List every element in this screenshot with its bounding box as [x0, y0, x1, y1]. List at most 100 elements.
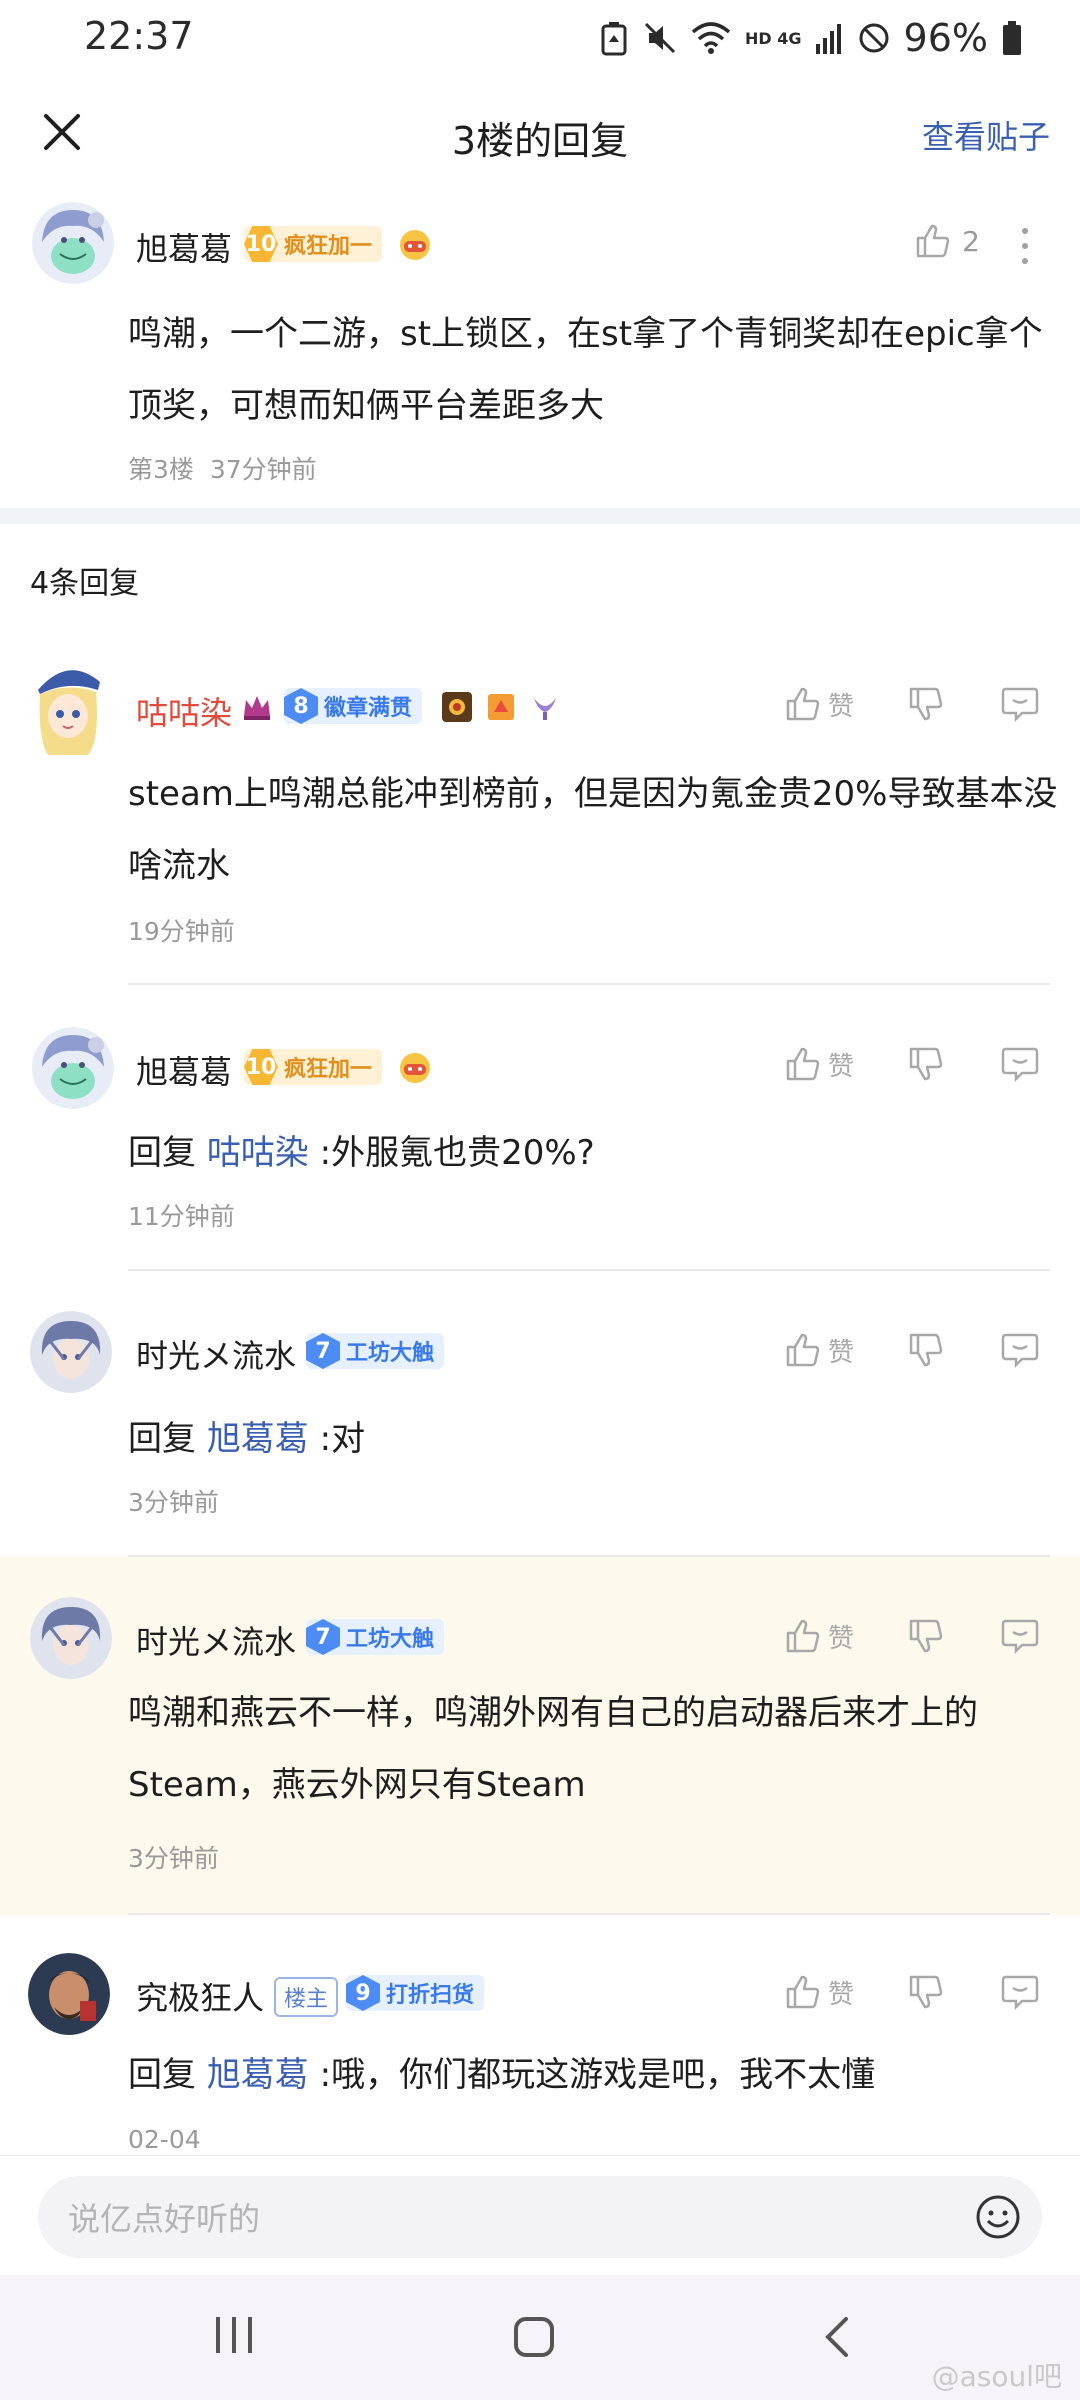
reply-item: 咕咕染 8 徽章满贯 赞 steam上鸣潮总能冲到榜前，但是因为氪金贵20%导致…	[0, 640, 1080, 985]
reply-prefix: 回复	[128, 2055, 196, 2095]
thumbs-down-icon[interactable]	[907, 1617, 945, 1655]
like-count: 2	[962, 224, 980, 258]
level-badge: 8 徽章满贯	[284, 688, 423, 724]
reply-prefix: 回复	[128, 1133, 196, 1173]
signal-icon	[815, 24, 841, 54]
thumbs-down-icon[interactable]	[907, 685, 945, 723]
reply-item: 旭葛葛 10 疯狂加一 赞 回复 咕咕染 :外服氪也贵20%? 11分钟前	[0, 985, 1080, 1271]
level-number: 9	[346, 1975, 380, 2011]
horn-badge-icon	[534, 698, 556, 720]
avatar[interactable]	[32, 202, 114, 284]
avatar[interactable]	[32, 1027, 114, 1109]
comment-icon[interactable]	[1000, 685, 1040, 723]
comment-icon[interactable]	[1000, 1617, 1040, 1655]
reply-content: steam上鸣潮总能冲到榜前，但是因为氪金贵20%导致基本没啥流水	[128, 774, 1058, 886]
thumbs-down-icon[interactable]	[907, 1045, 945, 1083]
level-badge: 7 工坊大触	[306, 1619, 445, 1655]
section-divider	[0, 508, 1080, 524]
home-icon[interactable]	[512, 2315, 556, 2359]
post-meta: 第3楼 37分钟前	[128, 450, 317, 486]
username[interactable]: 时光メ流水	[136, 1331, 296, 1377]
recycle-battery-icon	[601, 22, 627, 56]
level-badge: 7 工坊大触	[306, 1333, 445, 1369]
username[interactable]: 咕咕染	[136, 688, 232, 734]
like-label: 赞	[827, 1623, 854, 1654]
like-label: 赞	[827, 1051, 854, 1082]
status-icons: HD 4G 96%	[599, 16, 1022, 60]
status-time: 22:37	[84, 14, 194, 58]
thumbs-down-icon[interactable]	[907, 1331, 945, 1369]
reply-text: :外服氪也贵20%?	[319, 1133, 595, 1173]
system-nav-bar: @asoul吧	[0, 2275, 1080, 2400]
like-button[interactable]: 赞	[784, 1045, 854, 1083]
battery-icon	[1003, 21, 1021, 55]
view-post-link[interactable]: 查看贴子	[922, 112, 1050, 158]
reply-to-user[interactable]: 旭葛葛	[207, 1419, 309, 1459]
op-tag: 楼主	[274, 1977, 339, 2017]
back-icon[interactable]	[822, 2315, 852, 2359]
post-content: 鸣潮，一个二游，st上锁区，在st拿了个青铜奖却在epic拿个顶奖，可想而知俩平…	[128, 314, 1043, 426]
level-badge: 10 疯狂加一	[244, 1049, 383, 1085]
avatar[interactable]	[28, 1953, 110, 2035]
reply-text: :哦，你们都玩这游戏是吧，我不太懂	[319, 2055, 876, 2095]
like-label: 赞	[827, 1979, 854, 2010]
level-badge: 10 疯狂加一	[244, 226, 383, 262]
gamepad-badge-icon	[400, 1053, 430, 1083]
reply-item: 时光メ流水 7 工坊大触 赞 回复 旭葛葛 :对 3分钟前	[0, 1271, 1080, 1557]
reply-item: 究极狂人 楼主 9 打折扫货 赞 回复 旭葛葛 :哦，你们都玩这游戏是吧，我不太…	[0, 1915, 1080, 2155]
watermark: @asoul吧	[931, 2360, 1062, 2393]
comment-icon[interactable]	[1000, 1045, 1040, 1083]
reply-to-user[interactable]: 旭葛葛	[207, 2055, 309, 2095]
more-options-icon[interactable]	[1020, 226, 1030, 266]
like-button[interactable]: 赞	[784, 1973, 854, 2011]
level-title: 工坊大触	[346, 1627, 435, 1652]
post-time: 37分钟前	[209, 455, 317, 484]
username[interactable]: 究极狂人	[136, 1973, 264, 2019]
thumbs-up-icon	[786, 687, 820, 721]
avatar[interactable]	[18, 660, 118, 760]
username[interactable]: 旭葛葛	[136, 1047, 232, 1093]
level-title: 工坊大触	[346, 1341, 435, 1366]
thumbs-up-icon	[786, 1619, 820, 1653]
level-title: 疯狂加一	[284, 1057, 373, 1082]
username[interactable]: 时光メ流水	[136, 1617, 296, 1663]
like-button[interactable]: 赞	[784, 1331, 854, 1369]
reply-count: 4条回复	[30, 566, 140, 601]
like-button[interactable]: 赞	[784, 1617, 854, 1655]
level-number: 7	[306, 1333, 340, 1369]
gamepad-badge-icon	[400, 230, 430, 260]
mute-icon	[644, 22, 676, 54]
floor-number: 第3楼	[128, 455, 194, 484]
emoji-icon[interactable]	[974, 2193, 1022, 2241]
comment-icon[interactable]	[1000, 1331, 1040, 1369]
reply-time: 19分钟前	[128, 917, 235, 946]
like-button[interactable]: 2	[914, 222, 980, 260]
reply-to-user[interactable]: 咕咕染	[207, 1133, 309, 1173]
reply-content: 回复 旭葛葛 :对	[128, 1403, 1058, 1475]
thumbs-up-icon	[786, 1047, 820, 1081]
blocked-icon	[859, 23, 889, 53]
comment-bar: 说亿点好听的	[0, 2155, 1080, 2275]
recent-apps-icon[interactable]	[212, 2315, 256, 2355]
reply-time: 02-04	[128, 2125, 201, 2154]
reply-item-highlighted: 时光メ流水 7 工坊大触 赞 鸣潮和燕云不一样，鸣潮外网有自己的启动器后来才上的…	[0, 1557, 1080, 1915]
level-title: 徽章满贯	[324, 696, 413, 721]
comment-icon[interactable]	[1000, 1973, 1040, 2011]
battery-percent: 96%	[903, 16, 988, 60]
avatar[interactable]	[30, 1311, 112, 1393]
level-number: 10	[244, 226, 278, 262]
wifi-icon	[691, 22, 731, 54]
level-number: 10	[244, 1049, 278, 1085]
reply-content: 回复 旭葛葛 :哦，你们都玩这游戏是吧，我不太懂	[128, 2039, 1058, 2111]
level-number: 7	[306, 1619, 340, 1655]
thumbs-down-icon[interactable]	[907, 1973, 945, 2011]
comment-input[interactable]: 说亿点好听的	[38, 2176, 1042, 2258]
comment-placeholder: 说亿点好听的	[68, 2200, 261, 2238]
reply-time: 3分钟前	[128, 1488, 219, 1517]
avatar[interactable]	[30, 1597, 112, 1679]
username[interactable]: 旭葛葛	[136, 224, 232, 270]
like-button[interactable]: 赞	[784, 685, 854, 723]
reply-content: 鸣潮和燕云不一样，鸣潮外网有自己的启动器后来才上的Steam，燕云外网只有Ste…	[128, 1693, 978, 1805]
card-badge-icon	[488, 694, 514, 720]
level-number: 8	[284, 688, 318, 724]
